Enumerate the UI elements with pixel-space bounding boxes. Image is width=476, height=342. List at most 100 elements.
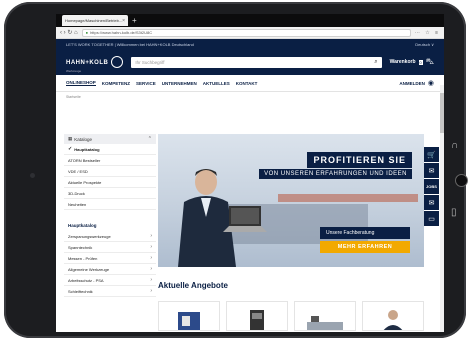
top-strip: LET'S WORK TOGETHER | Willkommen bei HAH… [56,39,444,49]
mail-icon[interactable]: ✉ [424,163,439,178]
check-icon: ✓ [68,146,73,152]
sidebar-item-label: 3D-Druck [68,190,85,196]
logo[interactable]: HAHN+KOLB Werkzeuge [66,51,124,73]
cart-count: 0 [418,59,423,65]
main-catalog-heading: Hauptkatalog [68,223,97,228]
catalog-header[interactable]: ▦ Kataloge ⌃ [64,134,156,144]
product-image [178,312,200,330]
product-image [383,310,403,330]
close-icon[interactable]: × [122,18,125,24]
sidebar-item-werkzeuge[interactable]: Allgemeine Werkzeuge › [64,264,156,275]
bench-shape [278,194,418,202]
cart-icon[interactable]: 🛒 [424,147,439,162]
sidebar-item-label: ATORN Bestseller [68,157,101,163]
breadcrumb[interactable]: Startseite [56,92,444,102]
chevron-right-icon: › [150,255,152,261]
nav-buttons[interactable]: ‹ › ↻ ⌂ [60,29,78,36]
nav-kontakt[interactable]: KONTAKT [236,81,258,86]
tablet-frame: ∩ ▯ Homepage/Maschinen/Betrieb... × + ‹ … [4,2,468,338]
logo-seal-icon [111,56,124,68]
browser-tab-bar: Homepage/Maschinen/Betrieb... × + [56,14,444,27]
sidebar-item-label: Allgemeine Werkzeuge [68,266,110,272]
product-image [250,310,264,330]
offer-tile[interactable] [158,301,220,331]
logo-sub: Werkzeuge [66,69,82,73]
login-link[interactable]: ANMELDEN [399,81,425,86]
sidebar-item-label: Schleiftechnik [68,288,93,294]
nav-aktuelles[interactable]: AKTUELLES [203,81,230,86]
url-text: https://www.hahn-kolb.de/S3t2U8C [90,30,153,35]
chevron-right-icon: › [150,288,152,294]
lock-icon: ● [85,30,89,35]
sidebar: ▦ Kataloge ⌃ ✓ Hauptkatalog ATORN Bestsel… [64,134,156,297]
cart-button[interactable]: Warenkorb 0 ⛍ [390,57,434,67]
address-bar[interactable]: ● https://www.hahn-kolb.de/S3t2U8C [81,28,411,37]
sidebar-item-messen[interactable]: Messen - Prüfen › [64,253,156,264]
sidebar-item-hauptkatalog[interactable]: ✓ Hauptkatalog [64,144,156,155]
scrollbar[interactable] [440,85,444,332]
language-select[interactable]: Deutsch ∨ [415,42,434,47]
chevron-right-icon: › [150,277,152,283]
offers-list [158,301,424,331]
browser-tab[interactable]: Homepage/Maschinen/Betrieb... × [62,15,128,26]
site-header: HAHN+KOLB Werkzeuge Ihr Suchbegriff ⌕ Wa… [56,49,444,75]
sidebar-item-label: Messen - Prüfen [68,255,98,261]
grid-icon: ▦ [68,136,73,141]
chevron-right-icon: › [150,233,152,239]
sidebar-item-label: Zerspanungswerkzeuge [68,233,111,239]
chevron-up-icon: ⌃ [147,136,152,142]
logo-text: HAHN+KOLB [66,60,109,66]
jobs-button[interactable]: JOBS [424,179,439,194]
nav-unternehmen[interactable]: UNTERNEHMEN [162,81,197,86]
sidebar-item-arbeitsschutz[interactable]: Arbeitsschutz - PSA › [64,275,156,286]
sidebar-item-label: Aktuelle Prospekte [68,179,102,185]
hero-banner[interactable]: PROFITIEREN SIE VON UNSEREN ERFAHRUNGEN … [158,134,424,267]
search-input[interactable]: Ihr Suchbegriff ⌕ [131,56,382,68]
cart-icon: ⛍ [425,57,434,66]
nav-kompetenz[interactable]: KOMPETENZ [102,81,130,86]
nav-service[interactable]: SERVICE [136,81,156,86]
search-icon[interactable]: ⌕ [374,59,377,66]
new-tab-button[interactable]: + [132,16,137,25]
slogan: LET'S WORK TOGETHER | Willkommen bei HAH… [66,41,194,47]
sidebar-item-prospekte[interactable]: Aktuelle Prospekte [64,177,156,188]
sidebar-item-neuheiten[interactable]: Neuheiten [64,199,156,210]
chevron-right-icon: › [150,244,152,250]
main-content: ▦ Kataloge ⌃ ✓ Hauptkatalog ATORN Bestsel… [56,131,444,332]
chat-icon[interactable]: ▭ [424,211,439,226]
hero-caption: Unsere Fachberatung [320,227,410,239]
hero-subtitle: VON UNSEREN ERFAHRUNGEN UND IDEEN [259,169,412,179]
sidebar-item-label: Hauptkatalog [74,146,100,152]
offer-tile[interactable] [226,301,288,331]
sidebar-item-label: VDE / ESD [68,168,88,174]
sidebar-item-vde[interactable]: VDE / ESD [64,166,156,177]
sidebar-item-spanntechnik[interactable]: Spanntechnik › [64,242,156,253]
newsletter-icon[interactable]: ✉ [424,195,439,210]
home-button[interactable] [455,174,468,187]
more-info-button[interactable]: MEHR ERFAHREN [320,241,410,253]
chevron-right-icon: › [150,266,152,272]
sidebar-item-zerspanung[interactable]: Zerspanungswerkzeuge › [64,231,156,242]
offers-heading: Aktuelle Angebote [158,281,228,290]
scrollbar-thumb[interactable] [440,93,444,133]
tab-title: Homepage/Maschinen/Betrieb... [65,18,123,23]
headphone-icon: ∩ [451,140,459,151]
toolbar-icons[interactable]: ⋯ ☆ ≡ [415,30,440,36]
product-image [307,316,343,330]
cart-label: Warenkorb [389,59,416,65]
port-icon: ▯ [451,207,457,218]
hero-title: PROFITIEREN SIE [307,152,412,168]
offer-tile[interactable] [294,301,356,331]
nav-onlineshop[interactable]: ONLINESHOP [66,80,96,86]
sidebar-item-atorn[interactable]: ATORN Bestseller [64,155,156,166]
sidebar-item-label: Spanntechnik [68,244,93,250]
offer-tile[interactable] [362,301,424,331]
floating-actions: 🛒 ✉ JOBS ✉ ▭ [424,147,439,227]
screen: Homepage/Maschinen/Betrieb... × + ‹ › ↻ … [56,14,444,332]
sidebar-item-label: Arbeitsschutz - PSA [68,277,104,283]
sidebar-item-3d-druck[interactable]: 3D-Druck [64,188,156,199]
user-icon[interactable]: ◉ [428,79,434,87]
browser-toolbar: ‹ › ↻ ⌂ ● https://www.hahn-kolb.de/S3t2U… [56,27,444,39]
catalog-header-label: Kataloge [74,136,93,142]
sidebar-item-schleiftechnik[interactable]: Schleiftechnik › [64,286,156,297]
